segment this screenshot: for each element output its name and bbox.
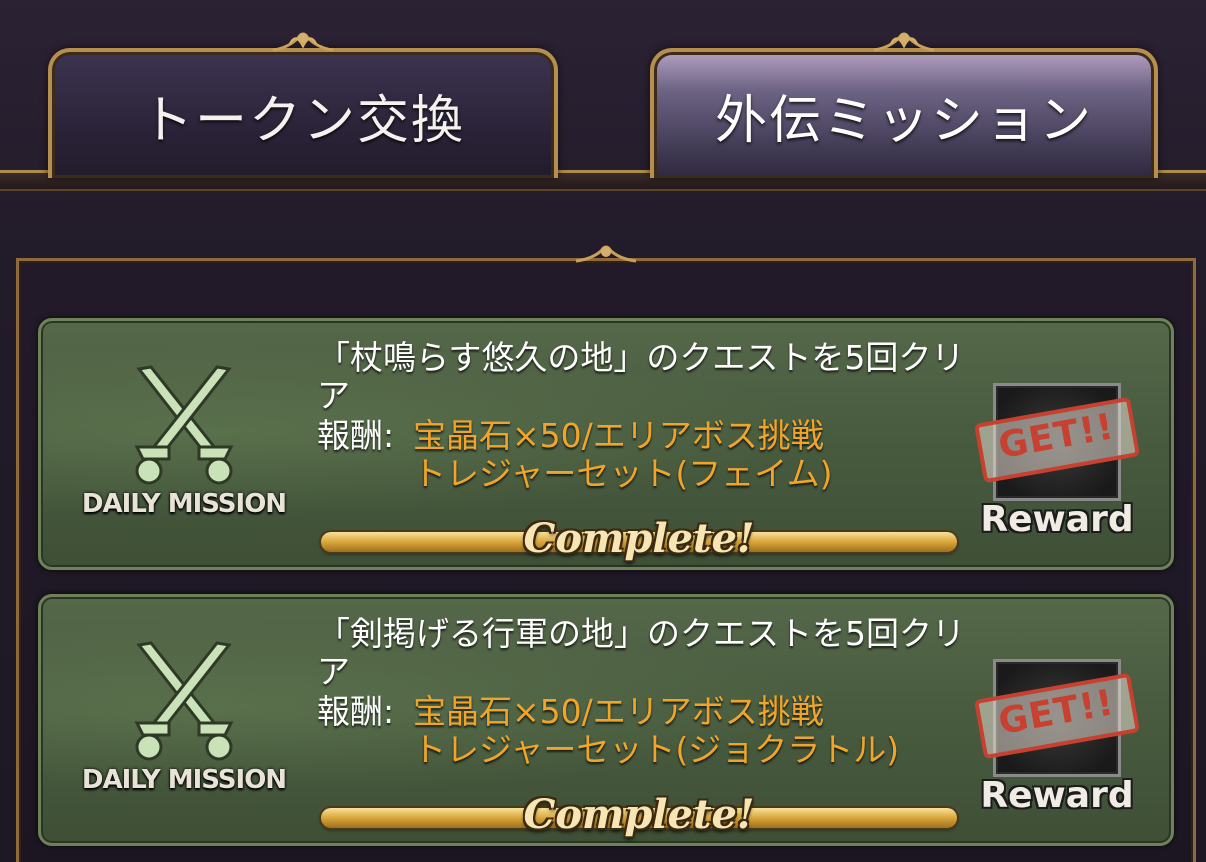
- tab-label: トークン交換: [140, 90, 465, 151]
- reward-item-line-2: トレジャーセット(フェイム): [413, 454, 833, 493]
- reward-item-line-1: 宝晶石×50/エリアボス挑戦: [413, 416, 824, 455]
- daily-mission-label: DAILY MISSION: [81, 489, 287, 519]
- event-screen: トークン交換 外伝ミッション DAILY MISSION 「杖鳴らす悠久の地」の…: [0, 0, 1206, 862]
- reward-item-line-2: トレジャーセット(ジョクラトル): [413, 730, 900, 769]
- complete-label: Complete!: [523, 791, 755, 838]
- reward-label: 報酬:: [317, 416, 395, 455]
- daily-mission-badge: DAILY MISSION: [69, 637, 299, 807]
- reward-item-line-1: 宝晶石×50/エリアボス挑戦: [413, 692, 824, 731]
- mission-card: DAILY MISSION 「剣掲げる行軍の地」のクエストを5回クリア 報酬: …: [38, 594, 1174, 846]
- mission-title: 「剣掲げる行軍の地」のクエストを5回クリア: [317, 614, 965, 691]
- get-stamp: GET!!: [973, 672, 1141, 760]
- tab-label: 外伝ミッション: [714, 90, 1093, 151]
- reward-claim-button[interactable]: GET!!: [973, 383, 1141, 501]
- get-stamp: GET!!: [973, 396, 1141, 484]
- reward-label: 報酬:: [317, 692, 395, 731]
- reward-claim-button[interactable]: GET!!: [973, 659, 1141, 777]
- reward-caption[interactable]: Reward: [977, 775, 1137, 816]
- tab-ornament-icon: [272, 32, 334, 52]
- complete-label: Complete!: [523, 515, 755, 562]
- crossed-swords-icon: [134, 641, 234, 761]
- daily-mission-label: DAILY MISSION: [81, 765, 287, 795]
- mission-title: 「杖鳴らす悠久の地」のクエストを5回クリア: [317, 338, 965, 415]
- reward-caption[interactable]: Reward: [977, 499, 1137, 540]
- tab-side-story-mission[interactable]: 外伝ミッション: [650, 32, 1158, 178]
- mission-card: DAILY MISSION 「杖鳴らす悠久の地」のクエストを5回クリア 報酬: …: [38, 318, 1174, 570]
- panel-ornament-icon: [575, 245, 637, 263]
- daily-mission-badge: DAILY MISSION: [69, 361, 299, 531]
- crossed-swords-icon: [134, 365, 234, 485]
- tab-token-exchange[interactable]: トークン交換: [48, 32, 558, 178]
- tab-ornament-icon: [873, 32, 935, 52]
